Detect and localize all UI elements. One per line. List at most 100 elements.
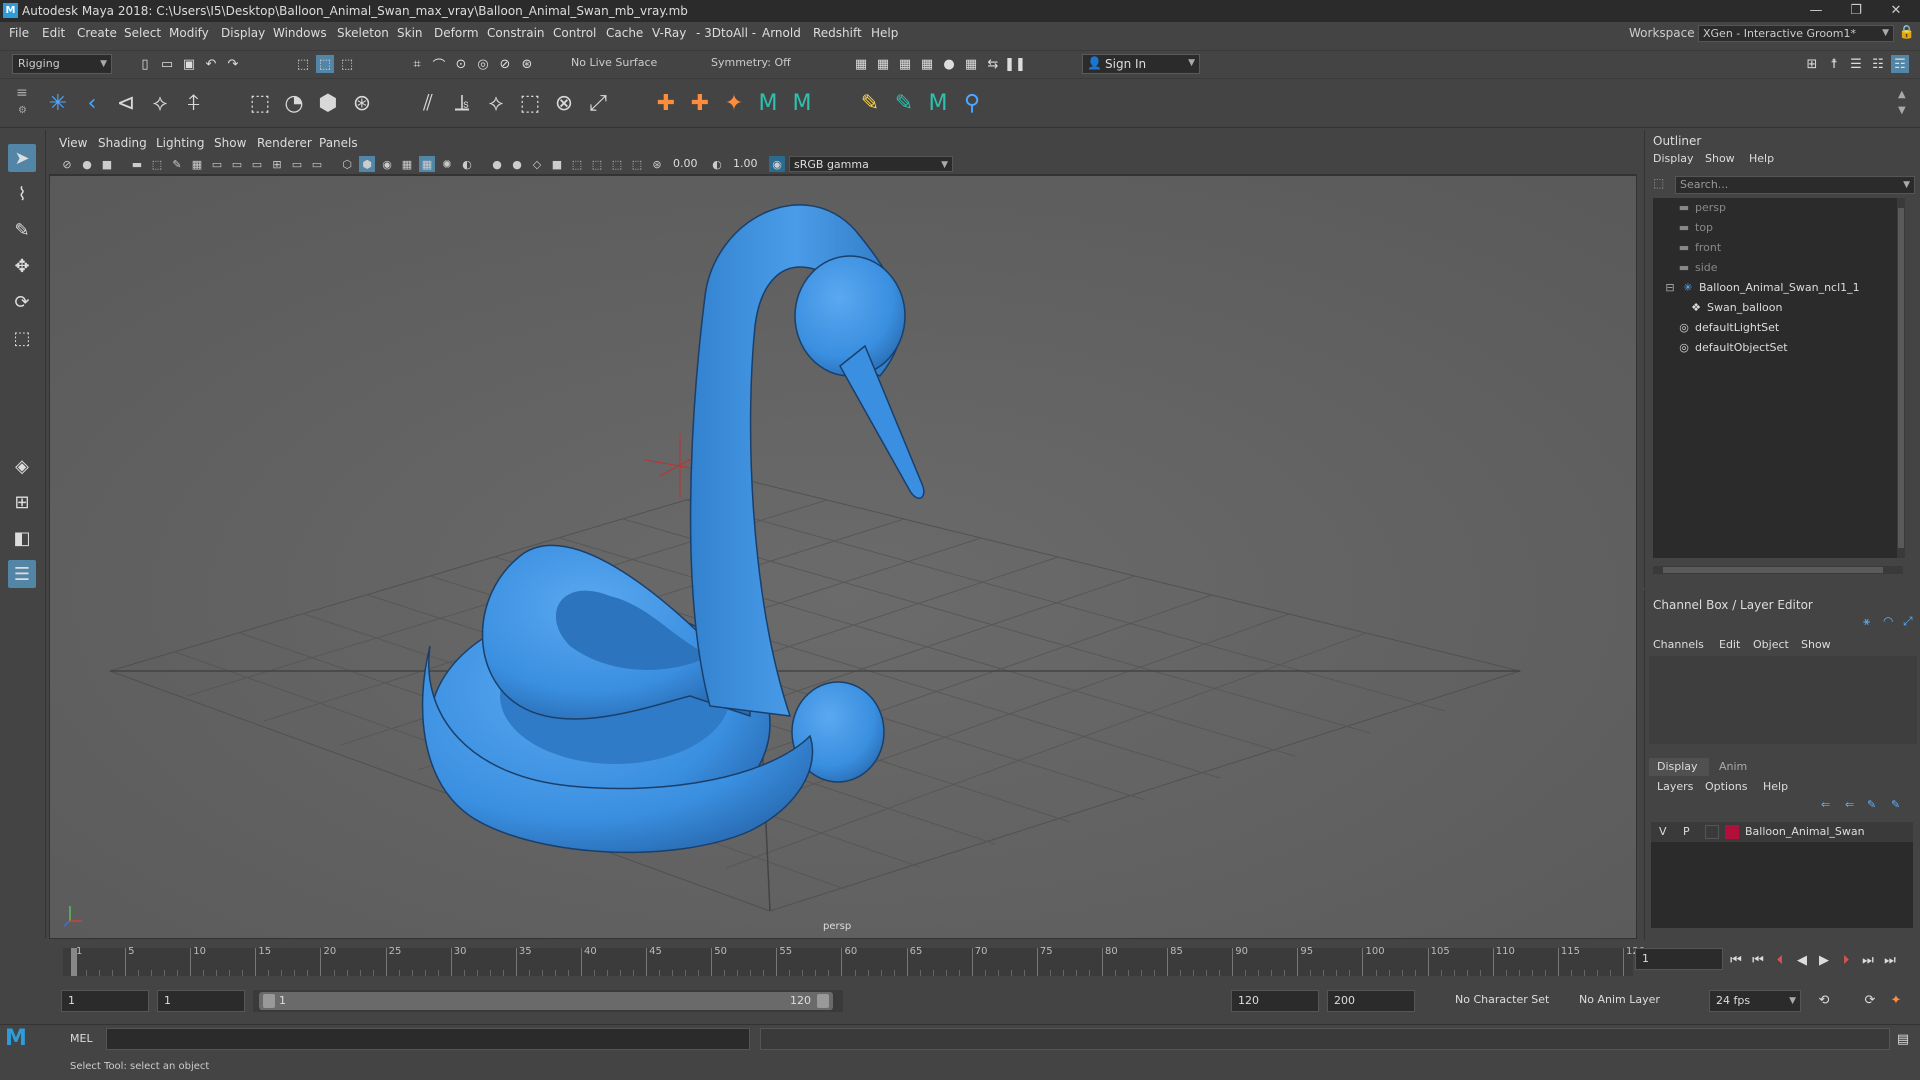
mash-icon[interactable]: M — [924, 89, 952, 117]
ipr-render-icon[interactable]: ▦ — [896, 55, 914, 73]
menu-help[interactable]: Help — [871, 22, 898, 44]
menu-skin[interactable]: Skin — [397, 22, 423, 44]
quick-rig-icon[interactable]: M — [754, 89, 782, 117]
outliner-item-mesh[interactable]: ❖ Swan_balloon — [1689, 298, 1782, 318]
gamma-icon[interactable]: ◐ — [709, 156, 725, 172]
default-material-icon[interactable]: ◉ — [379, 156, 395, 172]
viewport-menu-renderer[interactable]: Renderer — [257, 133, 312, 153]
script-editor-icon[interactable]: ▤ — [1894, 1030, 1912, 1048]
menu-vray[interactable]: V-Ray — [652, 22, 686, 44]
menu-skeleton[interactable]: Skeleton — [337, 22, 389, 44]
wireframe-icon[interactable]: ⬡ — [339, 156, 355, 172]
snap-curve-icon[interactable]: ⌒ — [430, 55, 448, 74]
script-language-toggle[interactable]: MEL — [70, 1032, 93, 1045]
move-layer-up-icon[interactable]: ⇐ — [1821, 798, 1830, 811]
layer-color-swatch[interactable] — [1725, 825, 1739, 839]
ambient-occlusion-icon[interactable]: ● — [489, 156, 505, 172]
viewport-menu-view[interactable]: View — [59, 133, 87, 153]
new-layer-selected-icon[interactable]: ✎ — [1891, 798, 1900, 811]
menu-cache[interactable]: Cache — [606, 22, 643, 44]
human-ik-icon[interactable]: ✦ — [720, 89, 748, 117]
workspace-dropdown[interactable]: XGen - Interactive Groom1* ▼ — [1698, 25, 1894, 42]
symmetry-dropdown[interactable]: Symmetry: Off — [706, 54, 802, 74]
use-all-lights-icon[interactable]: ✺ — [439, 156, 455, 172]
paint-weights-icon[interactable]: ✎ — [856, 89, 884, 117]
menu-file[interactable]: File — [9, 22, 29, 44]
ik-handle-icon[interactable]: ‹ — [78, 89, 106, 117]
go-to-start-icon[interactable]: ⏮ — [1727, 951, 1745, 969]
bookmark-icon[interactable]: ■ — [99, 156, 115, 172]
loop-icon[interactable]: ⟲ — [1815, 991, 1833, 1009]
xray-joints-icon[interactable]: ⬚ — [609, 156, 625, 172]
menu-redshift[interactable]: Redshift — [813, 22, 862, 44]
range-start-grip[interactable] — [263, 994, 275, 1008]
color-management-icon[interactable]: ◉ — [769, 156, 785, 172]
resolution-gate-icon[interactable]: ▭ — [229, 156, 245, 172]
outliner-item-top[interactable]: ▬ top — [1677, 218, 1713, 238]
viewport-menu-shading[interactable]: Shading — [98, 133, 147, 153]
animation-end-field[interactable]: 200 — [1327, 990, 1415, 1012]
channels-menu-channels[interactable]: Channels — [1653, 638, 1704, 651]
paint-skin-icon[interactable]: ✎ — [890, 89, 918, 117]
channels-menu-edit[interactable]: Edit — [1719, 638, 1740, 651]
outliner-item-persp[interactable]: ▬ persp — [1677, 198, 1726, 218]
shelf-scroll-up-icon[interactable]: ▲ — [1898, 89, 1906, 100]
scale-tool-icon[interactable]: ⬚ — [8, 324, 36, 352]
isolate-select-icon[interactable]: ⬚ — [569, 156, 585, 172]
menu-deform[interactable]: Deform — [434, 22, 479, 44]
outliner-item-group[interactable]: ⊟ ✳ Balloon_Animal_Swan_ncl1_1 — [1663, 278, 1859, 298]
shelf-scroll-down-icon[interactable]: ▼ — [1898, 105, 1906, 116]
snap-view-icon[interactable]: ◎ — [474, 55, 492, 73]
orient-constraint-icon[interactable]: ⬚ — [516, 89, 544, 117]
anim-layer-dropdown[interactable]: No Anim Layer — [1573, 990, 1677, 1012]
menu-display[interactable]: Display — [221, 22, 265, 44]
modeling-toolkit-icon[interactable]: ⊞ — [1803, 55, 1821, 73]
redo-icon[interactable]: ↷ — [224, 55, 242, 73]
play-backwards-icon[interactable]: ◀ — [1793, 951, 1811, 969]
pause-icon[interactable]: ❚❚ — [1004, 55, 1026, 73]
smooth-shade-icon[interactable]: ⬢ — [359, 156, 375, 172]
outliner-h-scrollbar[interactable] — [1653, 566, 1903, 574]
camera-lock-icon[interactable]: ● — [79, 156, 95, 172]
wrap-deformer-icon[interactable]: ⫽ — [414, 89, 442, 117]
parent-constraint-icon[interactable]: ⫡ — [448, 89, 476, 117]
move-tool-icon[interactable]: ✥ — [8, 252, 36, 280]
shelf-menu-icon[interactable]: ≡ — [16, 85, 28, 101]
range-slider[interactable]: 1 120 — [253, 990, 843, 1012]
point-constraint-icon[interactable]: ⟡ — [482, 89, 510, 117]
grid-icon[interactable]: ▦ — [189, 156, 205, 172]
render-frame-icon[interactable]: ▦ — [874, 55, 892, 73]
attribute-icon[interactable]: ⤢ — [1903, 614, 1913, 629]
safe-title-icon[interactable]: ▭ — [309, 156, 325, 172]
time-slider[interactable]: 1 5 10 15 20 25 30 35 40 45 50 55 60 65 70 75 80 85 90 95 10… — [49, 944, 1920, 978]
save-scene-icon[interactable]: ▣ — [180, 55, 198, 73]
step-forward-key-icon[interactable]: ⏭ — [1859, 951, 1877, 969]
live-surface-field[interactable]: No Live Surface — [566, 54, 662, 74]
step-back-key-icon[interactable]: ⏮ — [1749, 951, 1767, 969]
auto-key-icon[interactable]: ⟳ — [1861, 991, 1879, 1009]
outliner-scrollbar[interactable] — [1897, 198, 1905, 558]
close-button[interactable]: ✕ — [1876, 0, 1916, 22]
minimize-button[interactable]: — — [1796, 0, 1836, 22]
animation-start-field[interactable]: 1 — [61, 990, 149, 1012]
layer-row[interactable]: V P Balloon_Animal_Swan — [1651, 822, 1913, 842]
command-input[interactable] — [106, 1028, 750, 1050]
gate-mask-icon[interactable]: ▭ — [249, 156, 265, 172]
lock-icon[interactable]: 🔒 — [1898, 24, 1916, 42]
layers-menu-help[interactable]: Help — [1763, 780, 1788, 793]
wireframe-on-shaded-icon[interactable]: ▦ — [419, 156, 435, 172]
step-forward-frame-icon[interactable]: ⏵ — [1837, 951, 1855, 969]
depth-of-field-icon[interactable]: ■ — [549, 156, 565, 172]
snap-surface-icon[interactable]: ⊘ — [496, 55, 514, 73]
single-perspective-icon[interactable]: ◈ — [8, 452, 36, 480]
channels-menu-show[interactable]: Show — [1801, 638, 1831, 651]
range-end-grip[interactable] — [817, 994, 829, 1008]
filter-icon[interactable]: ⬚ — [1653, 176, 1664, 190]
pin-icon[interactable]: ⚲ — [958, 89, 986, 117]
grease-pencil-icon[interactable]: ✎ — [169, 156, 185, 172]
textured-icon[interactable]: ▦ — [399, 156, 415, 172]
viewport-menu-panels[interactable]: Panels — [319, 133, 358, 153]
menu-create[interactable]: Create — [77, 22, 117, 44]
camera-attributes-icon[interactable]: ⊘ — [59, 156, 75, 172]
move-layer-down-icon[interactable]: ⇐ — [1845, 798, 1854, 811]
